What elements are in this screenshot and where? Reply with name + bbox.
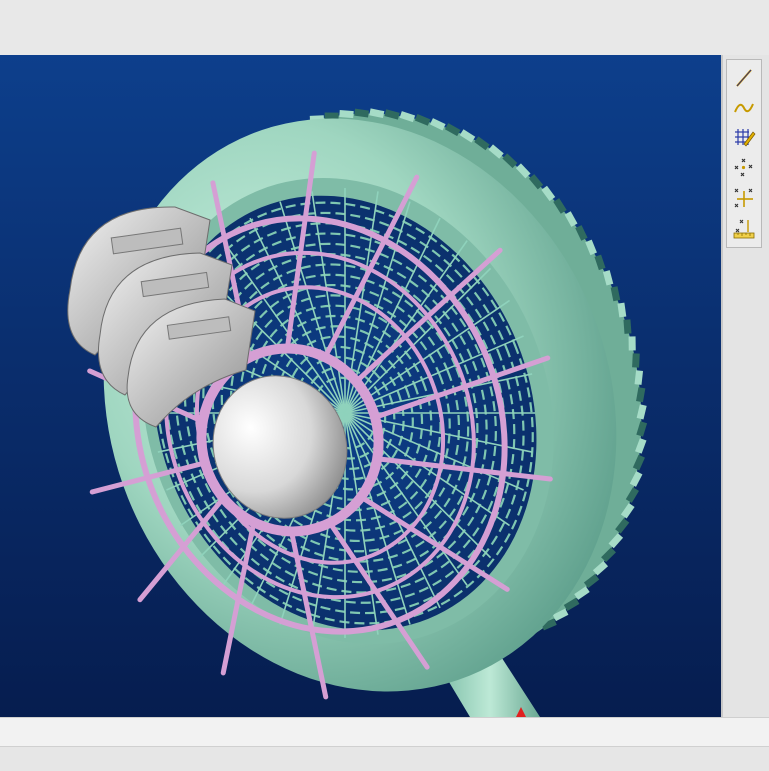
scatter-points-icon [734, 158, 753, 177]
status-area [0, 717, 769, 771]
pattern-edit-tool-button[interactable] [730, 124, 758, 152]
pattern-edit-icon [735, 129, 756, 147]
right-tool-panel [721, 55, 769, 717]
curve-icon [734, 103, 754, 113]
curve-tool-button[interactable] [730, 94, 758, 122]
sketch-toolbar [726, 59, 762, 248]
fan-model-render [67, 108, 648, 717]
3d-model-viewport[interactable] [0, 55, 721, 717]
axis-points-tool-button[interactable] [730, 184, 758, 212]
measure-tool-button[interactable] [730, 214, 758, 242]
line-icon [736, 69, 752, 87]
measure-icon [733, 219, 755, 239]
line-tool-button[interactable] [730, 64, 758, 92]
bottom-strip [0, 746, 769, 771]
top-menu-area [0, 0, 769, 55]
scatter-points-tool-button[interactable] [730, 154, 758, 182]
axis-points-icon [734, 188, 753, 208]
